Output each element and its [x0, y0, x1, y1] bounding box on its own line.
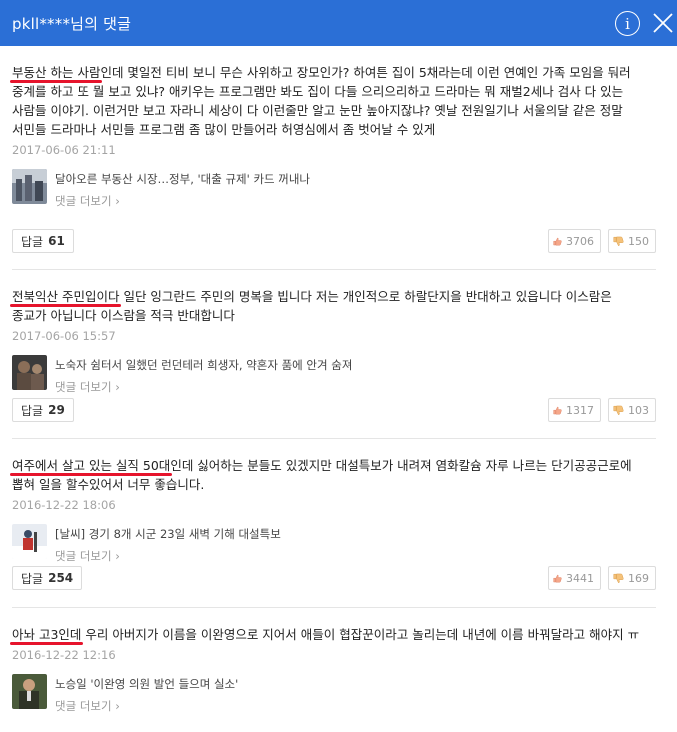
- dislike-button[interactable]: 169: [608, 566, 656, 590]
- article-title[interactable]: 노승일 '이완영 의원 발언 들으며 실소': [55, 676, 238, 692]
- comment-item: 아놔 고3인데 우리 아버지가 이름을 이완영으로 지어서 애들이 협잡꾼이라고…: [12, 625, 656, 714]
- dislike-count: 150: [628, 234, 649, 248]
- article-link[interactable]: 달아오른 부동산 시장…정부, '대출 규제' 카드 꺼내나 댓글 더보기 ›: [12, 169, 656, 209]
- article-thumbnail: [12, 355, 47, 390]
- comment-text: 전북익산 주민입이다 일단 잉그란드 주민의 명복을 빕니다 저는 개인적으로 …: [12, 289, 612, 323]
- comment-date: 2017-06-06 15:57: [12, 329, 116, 343]
- comment-text: 여주에서 살고 있는 실직 50대인데 싫어하는 분들도 있겠지만 대설특보가 …: [12, 458, 632, 492]
- info-icon[interactable]: i: [615, 11, 640, 36]
- comment-highlight: 아놔 고3인데: [12, 627, 82, 642]
- comment-item: 부동산 하는 사람인데 몇일전 티비 보니 무슨 사위하고 장모인가? 하여튼 …: [12, 63, 656, 209]
- chevron-right-icon: ›: [115, 699, 120, 713]
- comment-date: 2017-06-06 21:11: [12, 143, 116, 157]
- comment-item: 전북익산 주민입이다 일단 잉그란드 주민의 명복을 빕니다 저는 개인적으로 …: [12, 287, 656, 395]
- comment-date: 2016-12-22 18:06: [12, 498, 116, 512]
- like-count: 3706: [566, 234, 594, 248]
- article-title[interactable]: 달아오른 부동산 시장…정부, '대출 규제' 카드 꺼내나: [55, 171, 310, 187]
- thumbs-down-icon: [613, 236, 624, 246]
- dislike-button[interactable]: 103: [608, 398, 656, 422]
- thumbs-up-icon: [553, 574, 562, 582]
- like-count: 1317: [566, 403, 594, 417]
- close-icon[interactable]: [651, 11, 675, 35]
- thumbs-down-icon: [613, 573, 624, 583]
- comment-item: 여주에서 살고 있는 실직 50대인데 싫어하는 분들도 있겠지만 대설특보가 …: [12, 456, 656, 564]
- divider: [12, 269, 656, 270]
- article-link[interactable]: 노숙자 쉼터서 일했던 런던테러 희생자, 약혼자 품에 안겨 숨져 댓글 더보…: [12, 355, 656, 395]
- divider: [12, 438, 656, 439]
- chevron-right-icon: ›: [115, 380, 120, 394]
- article-thumbnail: [12, 524, 47, 559]
- article-title[interactable]: [날씨] 경기 8개 시군 23일 새벽 기해 대설특보: [55, 526, 281, 542]
- article-link[interactable]: 노승일 '이완영 의원 발언 들으며 실소' 댓글 더보기 ›: [12, 674, 656, 714]
- thumbs-up-icon: [553, 406, 562, 414]
- thumbs-up-icon: [553, 237, 562, 245]
- article-thumbnail: [12, 169, 47, 204]
- more-comments-link[interactable]: 댓글 더보기 ›: [55, 548, 281, 564]
- comment-text: 부동산 하는 사람인데 몇일전 티비 보니 무슨 사위하고 장모인가? 하여튼 …: [12, 65, 631, 137]
- article-title[interactable]: 노숙자 쉼터서 일했던 런던테러 희생자, 약혼자 품에 안겨 숨져: [55, 357, 352, 373]
- like-button[interactable]: 3706: [548, 229, 601, 253]
- reply-count: 61: [48, 234, 65, 248]
- dialog-header: pkll****님의 댓글 i: [0, 0, 677, 46]
- more-comments-link[interactable]: 댓글 더보기 ›: [55, 698, 238, 714]
- reply-button[interactable]: 답글 254: [12, 566, 83, 590]
- comment-actions: 답글 254 3441 169: [12, 566, 656, 590]
- more-comments-link[interactable]: 댓글 더보기 ›: [55, 193, 310, 209]
- reply-count: 254: [48, 571, 74, 585]
- comment-date: 2016-12-22 12:16: [12, 648, 116, 662]
- like-button[interactable]: 3441: [548, 566, 601, 590]
- thumbs-down-icon: [613, 405, 624, 415]
- like-button[interactable]: 1317: [548, 398, 601, 422]
- comment-actions: 답글 61 3706 150: [12, 229, 656, 253]
- more-comments-link[interactable]: 댓글 더보기 ›: [55, 379, 352, 395]
- article-thumbnail: [12, 674, 47, 709]
- dislike-count: 169: [628, 571, 649, 585]
- comment-actions: 답글 29 1317 103: [12, 398, 656, 422]
- comment-text: 아놔 고3인데 우리 아버지가 이름을 이완영으로 지어서 애들이 협잡꾼이라고…: [12, 627, 640, 642]
- comment-highlight: 여주에서 살고 있는 실직 50대: [12, 458, 171, 473]
- dislike-count: 103: [628, 403, 649, 417]
- reply-button[interactable]: 답글 29: [12, 398, 74, 422]
- dislike-button[interactable]: 150: [608, 229, 656, 253]
- comment-highlight: 전북익산 주민입이다: [12, 289, 120, 304]
- divider: [12, 607, 656, 608]
- chevron-right-icon: ›: [115, 549, 120, 563]
- chevron-right-icon: ›: [115, 194, 120, 208]
- like-count: 3441: [566, 571, 594, 585]
- comment-highlight: 부동산 하는 사람: [12, 65, 101, 80]
- reply-count: 29: [48, 403, 65, 417]
- reply-button[interactable]: 답글 61: [12, 229, 74, 253]
- dialog-title: pkll****님의 댓글: [12, 14, 132, 33]
- article-link[interactable]: [날씨] 경기 8개 시군 23일 새벽 기해 대설특보 댓글 더보기 ›: [12, 524, 656, 564]
